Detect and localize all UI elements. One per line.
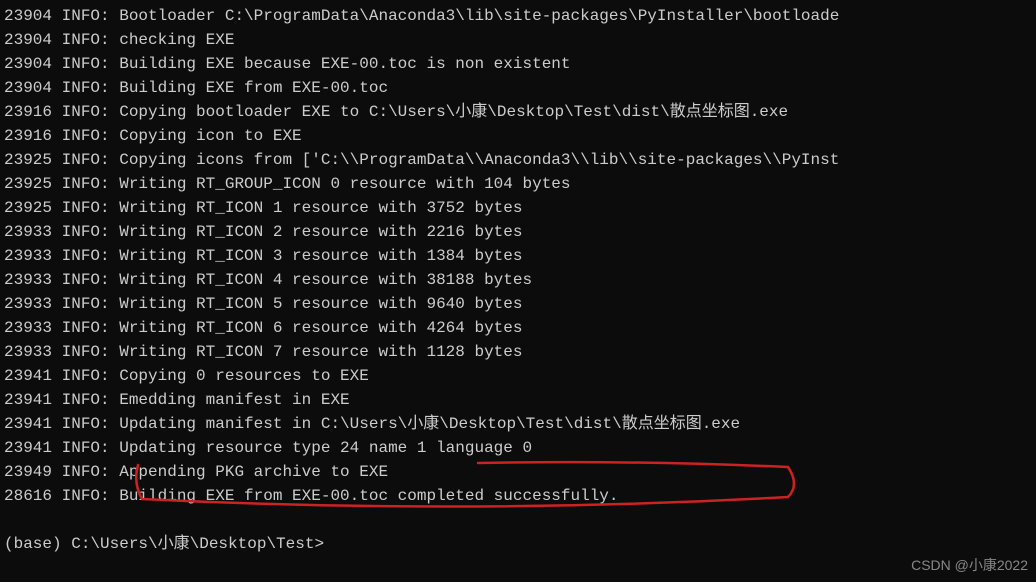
log-line: 23941 INFO: Emedding manifest in EXE (4, 388, 1032, 412)
log-line: 23941 INFO: Copying 0 resources to EXE (4, 364, 1032, 388)
log-line: 23925 INFO: Writing RT_GROUP_ICON 0 reso… (4, 172, 1032, 196)
log-line: 23933 INFO: Writing RT_ICON 4 resource w… (4, 268, 1032, 292)
log-line: 23933 INFO: Writing RT_ICON 7 resource w… (4, 340, 1032, 364)
log-line: 23933 INFO: Writing RT_ICON 3 resource w… (4, 244, 1032, 268)
terminal-output[interactable]: 23904 INFO: Bootloader C:\ProgramData\An… (0, 0, 1036, 560)
watermark: CSDN @小康2022 (911, 555, 1028, 576)
log-line: 23916 INFO: Copying icon to EXE (4, 124, 1032, 148)
log-line: 23904 INFO: checking EXE (4, 28, 1032, 52)
log-line: 23941 INFO: Updating manifest in C:\User… (4, 412, 1032, 436)
log-line: 23904 INFO: Building EXE because EXE-00.… (4, 52, 1032, 76)
log-line: 23933 INFO: Writing RT_ICON 2 resource w… (4, 220, 1032, 244)
log-line: 23933 INFO: Writing RT_ICON 5 resource w… (4, 292, 1032, 316)
log-line: 23933 INFO: Writing RT_ICON 6 resource w… (4, 316, 1032, 340)
log-line: 23949 INFO: Appending PKG archive to EXE (4, 460, 1032, 484)
log-line: 23904 INFO: Bootloader C:\ProgramData\An… (4, 4, 1032, 28)
log-line: 23925 INFO: Writing RT_ICON 1 resource w… (4, 196, 1032, 220)
log-line: 23925 INFO: Copying icons from ['C:\\Pro… (4, 148, 1032, 172)
command-prompt[interactable]: (base) C:\Users\小康\Desktop\Test> (4, 532, 1032, 556)
log-line: 28616 INFO: Building EXE from EXE-00.toc… (4, 484, 1032, 508)
log-line: 23916 INFO: Copying bootloader EXE to C:… (4, 100, 1032, 124)
log-line: 23904 INFO: Building EXE from EXE-00.toc (4, 76, 1032, 100)
log-line: 23941 INFO: Updating resource type 24 na… (4, 436, 1032, 460)
